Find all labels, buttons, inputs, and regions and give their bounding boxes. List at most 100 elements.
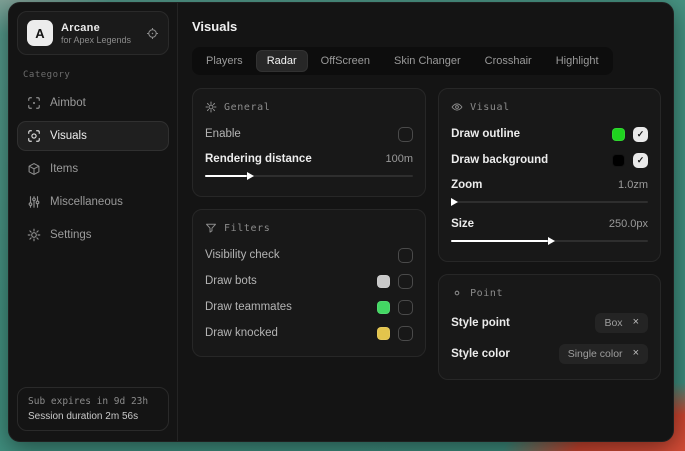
tab-players[interactable]: Players — [195, 50, 254, 72]
left-column: General Enable Rendering distance 100m — [192, 88, 426, 357]
draw-knocked-row: Draw knocked — [205, 320, 413, 346]
visibility-check-checkbox[interactable] — [398, 248, 413, 263]
package-icon — [27, 162, 41, 176]
target-icon[interactable] — [146, 27, 159, 40]
draw-bots-controls — [377, 274, 413, 289]
general-panel: General Enable Rendering distance 100m — [192, 88, 426, 197]
draw-teammates-label: Draw teammates — [205, 301, 292, 313]
size-label: Size — [451, 218, 474, 230]
enable-label: Enable — [205, 128, 241, 140]
draw-outline-color-swatch[interactable] — [612, 128, 625, 141]
sidebar-item-visuals[interactable]: Visuals — [17, 121, 169, 151]
close-icon[interactable]: × — [633, 348, 639, 359]
brand-card: A Arcane for Apex Legends — [17, 11, 169, 55]
style-color-select[interactable]: Single color × — [559, 344, 648, 364]
draw-background-checkbox[interactable]: ✓ — [633, 153, 648, 168]
draw-outline-row: Draw outline ✓ — [451, 121, 648, 147]
draw-teammates-row: Draw teammates — [205, 294, 413, 320]
sidebar: A Arcane for Apex Legends Category Aimbo — [9, 3, 178, 441]
style-point-row: Style point Box × — [451, 307, 648, 338]
general-panel-header: General — [205, 98, 413, 121]
visual-panel-title: Visual — [470, 102, 510, 113]
style-color-label: Style color — [451, 348, 510, 360]
visual-panel: Visual Draw outline ✓ Draw background — [438, 88, 661, 262]
gear-icon — [27, 228, 41, 242]
draw-background-controls: ✓ — [612, 153, 648, 168]
sidebar-item-aimbot[interactable]: Aimbot — [17, 88, 169, 118]
session-card: Sub expires in 9d 23h Session duration 2… — [17, 387, 169, 431]
size-row: Size 250.0px — [451, 212, 648, 235]
draw-bots-row: Draw bots — [205, 268, 413, 294]
zoom-row: Zoom 1.0zm — [451, 173, 648, 196]
draw-knocked-label: Draw knocked — [205, 327, 278, 339]
style-point-label: Style point — [451, 317, 510, 329]
point-panel-title: Point — [470, 288, 503, 299]
sidebar-item-settings[interactable]: Settings — [17, 220, 169, 250]
close-icon[interactable]: × — [633, 317, 639, 328]
eye-icon — [451, 101, 463, 113]
tab-radar[interactable]: Radar — [256, 50, 308, 72]
sub-expires-text: Sub expires in 9d 23h — [28, 396, 158, 407]
enable-row: Enable — [205, 121, 413, 147]
brand-name: Arcane — [61, 22, 131, 34]
slider-track — [451, 201, 648, 203]
sidebar-item-miscellaneous[interactable]: Miscellaneous — [17, 187, 169, 217]
size-slider[interactable] — [451, 236, 648, 246]
draw-bots-checkbox[interactable] — [398, 274, 413, 289]
main-content: Visuals Players Radar OffScreen Skin Cha… — [178, 3, 673, 441]
gear-icon — [205, 101, 217, 113]
draw-knocked-controls — [377, 326, 413, 341]
panel-grid: General Enable Rendering distance 100m — [192, 88, 661, 380]
rendering-distance-slider[interactable] — [205, 171, 413, 181]
draw-bots-color-swatch[interactable] — [377, 275, 390, 288]
slider-fill[interactable] — [451, 240, 547, 242]
tab-crosshair[interactable]: Crosshair — [474, 50, 543, 72]
draw-background-row: Draw background ✓ — [451, 147, 648, 173]
point-panel-header: Point — [451, 284, 648, 307]
sidebar-item-label: Settings — [50, 229, 92, 241]
tab-offscreen[interactable]: OffScreen — [310, 50, 381, 72]
draw-teammates-color-swatch[interactable] — [377, 301, 390, 314]
funnel-icon — [205, 222, 217, 234]
draw-knocked-checkbox[interactable] — [398, 326, 413, 341]
tab-highlight[interactable]: Highlight — [545, 50, 610, 72]
draw-background-label: Draw background — [451, 154, 548, 166]
zoom-label: Zoom — [451, 179, 482, 191]
sidebar-item-items[interactable]: Items — [17, 154, 169, 184]
sidebar-item-label: Miscellaneous — [50, 196, 123, 208]
zoom-slider[interactable] — [451, 197, 648, 207]
sidebar-item-label: Aimbot — [50, 97, 86, 109]
brand-subtitle: for Apex Legends — [61, 35, 131, 45]
enable-checkbox[interactable] — [398, 127, 413, 142]
right-column: Visual Draw outline ✓ Draw background — [438, 88, 661, 380]
rendering-distance-value: 100m — [386, 153, 414, 165]
sidebar-item-label: Visuals — [50, 130, 87, 142]
filters-panel-header: Filters — [205, 219, 413, 242]
draw-outline-label: Draw outline — [451, 128, 520, 140]
draw-bots-label: Draw bots — [205, 275, 257, 287]
crosshair-icon — [27, 96, 41, 110]
slider-fill[interactable] — [205, 175, 247, 177]
size-value: 250.0px — [609, 218, 648, 230]
tab-skin-changer[interactable]: Skin Changer — [383, 50, 472, 72]
filters-panel-title: Filters — [224, 223, 270, 234]
rendering-distance-row: Rendering distance 100m — [205, 147, 413, 170]
app-logo: A — [27, 20, 53, 46]
style-color-row: Style color Single color × — [451, 338, 648, 369]
draw-teammates-checkbox[interactable] — [398, 300, 413, 315]
general-panel-title: General — [224, 102, 270, 113]
style-point-select[interactable]: Box × — [595, 313, 648, 333]
session-duration-text: Session duration 2m 56s — [28, 411, 158, 422]
point-panel: Point Style point Box × Style color Sing… — [438, 274, 661, 380]
draw-knocked-color-swatch[interactable] — [377, 327, 390, 340]
rendering-distance-label: Rendering distance — [205, 153, 312, 165]
sliders-icon — [27, 195, 41, 209]
dot-icon — [451, 287, 463, 299]
style-point-value: Box — [604, 317, 622, 329]
style-color-value: Single color — [568, 348, 623, 360]
visual-panel-header: Visual — [451, 98, 648, 121]
sidebar-item-label: Items — [50, 163, 78, 175]
visibility-check-row: Visibility check — [205, 242, 413, 268]
draw-outline-checkbox[interactable]: ✓ — [633, 127, 648, 142]
draw-background-color-swatch[interactable] — [612, 154, 625, 167]
